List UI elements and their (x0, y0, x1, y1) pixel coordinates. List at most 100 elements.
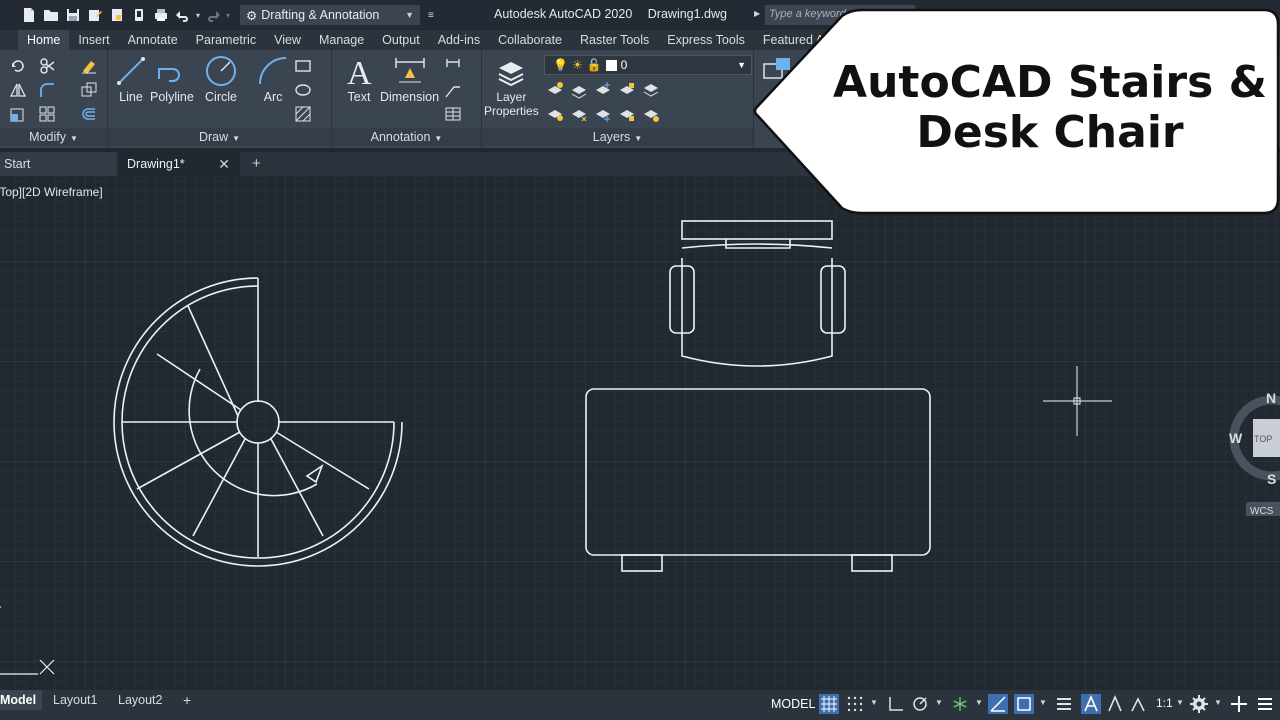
object-snap-icon[interactable] (1014, 694, 1034, 714)
layer-properties-button[interactable]: Layer Properties (484, 54, 539, 118)
add-layout-plus-icon[interactable]: + (183, 690, 191, 710)
polar-tracking-icon[interactable] (910, 694, 930, 714)
ucs-menu[interactable]: WCS (1250, 506, 1274, 517)
undo-dropdown-icon[interactable]: ▾ (196, 11, 200, 20)
tab-manage[interactable]: Manage (310, 30, 373, 50)
trim-icon[interactable] (38, 57, 56, 75)
linear-dim-icon[interactable] (444, 57, 462, 75)
tab-add-ins[interactable]: Add-ins (429, 30, 489, 50)
redo-dropdown-icon[interactable]: ▾ (226, 11, 230, 20)
polyline-button[interactable]: Polyline (150, 54, 194, 104)
object-snap-tracking-icon[interactable] (988, 694, 1008, 714)
chevron-down-icon[interactable]: ▼ (935, 698, 943, 707)
lineweight-icon[interactable] (1054, 694, 1074, 714)
chevron-down-icon[interactable]: ▼ (975, 698, 983, 707)
tab-model[interactable]: Model (0, 690, 43, 710)
text-button[interactable]: A Text (342, 54, 376, 104)
compass-north[interactable]: N (1266, 390, 1276, 406)
close-icon[interactable]: ✕ (218, 152, 230, 176)
layer-thaw-icon[interactable] (594, 105, 612, 123)
desk-chair[interactable] (669, 220, 846, 367)
tab-home[interactable]: Home (18, 30, 70, 50)
layer-isolate-icon[interactable] (570, 81, 588, 99)
table-icon[interactable] (444, 105, 462, 123)
compass-west[interactable]: W (1229, 430, 1243, 446)
layer-unlock-icon[interactable] (618, 105, 636, 123)
layer-dropdown[interactable]: 💡 ☀ 🔓 0 ▼ (544, 55, 752, 75)
arc-button[interactable]: Arc (256, 54, 290, 104)
leader-icon[interactable] (444, 81, 462, 99)
layer-delete-icon[interactable] (642, 105, 660, 123)
tab-annotate[interactable]: Annotate (119, 30, 187, 50)
modify-panel-title[interactable]: Modify ▼ (0, 128, 107, 146)
snap-icon[interactable] (845, 694, 865, 714)
layer-merge-icon[interactable] (642, 81, 660, 99)
draw-panel-title[interactable]: Draw ▼ (108, 128, 331, 146)
array-icon[interactable] (38, 105, 56, 123)
hatch-icon[interactable] (294, 105, 312, 123)
tab-raster-tools[interactable]: Raster Tools (571, 30, 658, 50)
circle-button[interactable]: Circle (204, 54, 238, 104)
copy-icon[interactable] (80, 81, 98, 99)
layer-lock-icon[interactable] (618, 81, 636, 99)
rectangle-icon[interactable] (294, 57, 312, 75)
tab-view[interactable]: View (265, 30, 310, 50)
undo-icon[interactable] (174, 6, 192, 24)
grid-icon[interactable] (819, 694, 839, 714)
tab-insert[interactable]: Insert (69, 30, 118, 50)
stretch-icon[interactable] (9, 105, 27, 123)
annotation-visibility-icon[interactable] (1081, 694, 1101, 714)
isodraft-icon[interactable] (950, 694, 970, 714)
layer-off-icon[interactable] (546, 81, 564, 99)
layers-panel-title[interactable]: Layers ▼ (482, 128, 753, 146)
layer-on-icon[interactable] (546, 105, 564, 123)
new-file-icon[interactable] (20, 6, 38, 24)
redo-icon[interactable] (204, 6, 222, 24)
erase-icon[interactable] (80, 57, 98, 75)
viewcube-face-label[interactable]: TOP (1254, 434, 1272, 444)
model-space-button[interactable]: MODEL (767, 692, 819, 716)
tab-drawing1[interactable]: Drawing1* ✕ (118, 152, 240, 176)
customization-menu-icon[interactable] (1255, 694, 1275, 714)
ellipse-icon[interactable] (294, 81, 312, 99)
annotation-scale-icon[interactable] (1128, 694, 1148, 714)
annotation-panel-title[interactable]: Annotation ▼ (332, 128, 481, 146)
compass-south[interactable]: S (1267, 471, 1276, 487)
drawing-canvas[interactable]: [Top][2D Wireframe] TOP N W S WCS (0, 176, 1280, 690)
open-from-web-icon[interactable] (108, 6, 126, 24)
line-button[interactable]: Line (114, 54, 148, 104)
fillet-icon[interactable] (38, 81, 56, 99)
auto-scale-icon[interactable] (1105, 694, 1125, 714)
tab-start[interactable]: Start (0, 152, 116, 176)
customize-qat-icon[interactable]: ≡ (428, 10, 434, 21)
move-icon[interactable] (9, 57, 27, 75)
dimension-button[interactable]: Dimension (380, 54, 439, 104)
tab-express-tools[interactable]: Express Tools (658, 30, 754, 50)
tab-layout2[interactable]: Layout2 (118, 690, 162, 710)
viewcube[interactable]: TOP N W S WCS (1228, 386, 1280, 518)
chevron-down-icon[interactable]: ▼ (870, 698, 878, 707)
offset-icon[interactable] (80, 105, 98, 123)
tab-layout1[interactable]: Layout1 (53, 690, 97, 710)
save-as-icon[interactable] (86, 6, 104, 24)
save-icon[interactable] (64, 6, 82, 24)
gear-icon[interactable] (1189, 694, 1209, 714)
open-folder-icon[interactable] (42, 6, 60, 24)
chevron-down-icon[interactable]: ▼ (1176, 698, 1184, 707)
chevron-down-icon[interactable]: ▼ (1214, 698, 1222, 707)
new-tab-plus-icon[interactable]: + (252, 152, 261, 176)
save-to-web-icon[interactable] (130, 6, 148, 24)
plus-icon[interactable] (1229, 694, 1249, 714)
desk[interactable] (585, 388, 931, 572)
layer-unisolate-icon[interactable] (570, 105, 588, 123)
layer-freeze-icon[interactable] (594, 81, 612, 99)
workspace-switcher[interactable]: ⚙ Drafting & Annotation ▼ (240, 5, 421, 25)
tab-collaborate[interactable]: Collaborate (489, 30, 571, 50)
mirror-icon[interactable] (9, 81, 27, 99)
tab-output[interactable]: Output (373, 30, 429, 50)
tab-parametric[interactable]: Parametric (187, 30, 265, 50)
annotation-scale-value[interactable]: 1:1 (1156, 696, 1173, 710)
plot-icon[interactable] (152, 6, 170, 24)
chevron-down-icon[interactable]: ▼ (1039, 698, 1047, 707)
spiral-stairs[interactable] (113, 277, 403, 567)
